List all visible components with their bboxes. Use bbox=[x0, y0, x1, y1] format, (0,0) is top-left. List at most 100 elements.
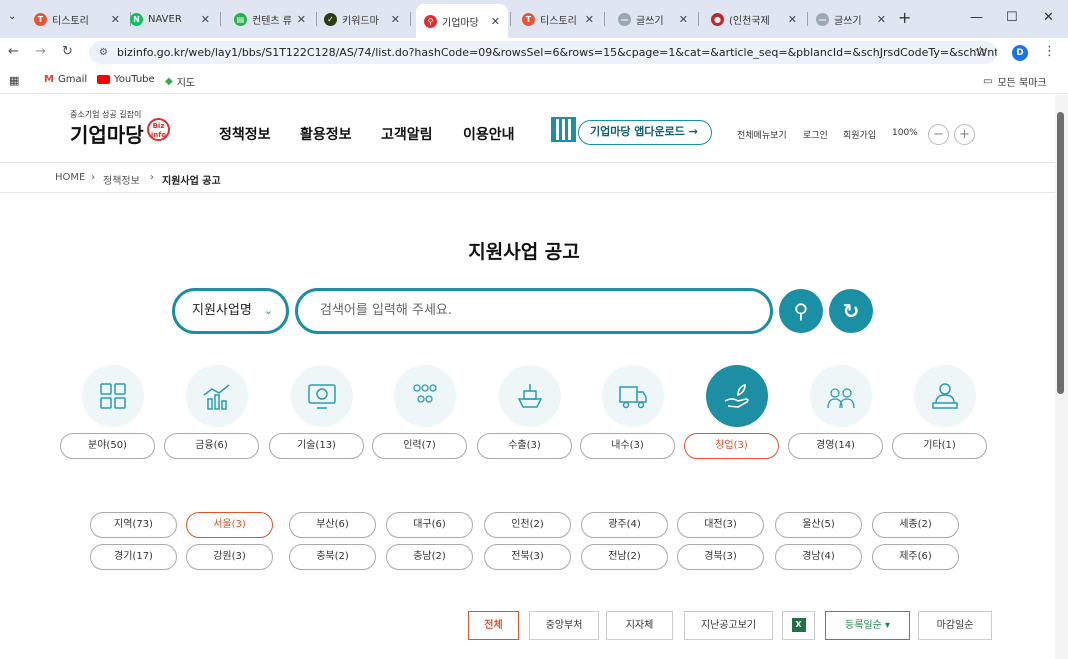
filter-all-button[interactable]: 전체 bbox=[468, 611, 519, 640]
category-filter[interactable]: 금융(6) bbox=[164, 433, 259, 459]
back-icon[interactable]: ← bbox=[8, 44, 19, 59]
category-icon-button[interactable] bbox=[602, 365, 664, 427]
reset-button[interactable]: ↻ bbox=[829, 289, 873, 333]
category-filter[interactable]: 분야(50) bbox=[60, 433, 155, 459]
category-filter[interactable]: 경영(14) bbox=[788, 433, 883, 459]
maximize-button[interactable]: ☐ bbox=[1006, 10, 1018, 25]
category-filter[interactable]: 인력(7) bbox=[372, 433, 467, 459]
reload-icon[interactable]: ↻ bbox=[62, 44, 73, 59]
browser-tab[interactable]: T 티스토리 ✕ bbox=[26, 7, 128, 31]
category-filter[interactable]: 창업(3) bbox=[684, 433, 779, 459]
close-tab-icon[interactable]: ✕ bbox=[877, 13, 886, 26]
category-icon-button[interactable] bbox=[394, 365, 456, 427]
join-link[interactable]: 회원가입 bbox=[843, 128, 876, 141]
region-filter[interactable]: 경남(4) bbox=[775, 544, 862, 570]
browser-tab[interactable]: ▤ 컨텐츠 류 ✕ bbox=[226, 7, 314, 31]
region-filter[interactable]: 경북(3) bbox=[677, 544, 764, 570]
all-bookmarks[interactable]: ▭ 모든 북마크 bbox=[983, 74, 1047, 89]
close-tab-icon[interactable]: ✕ bbox=[111, 13, 120, 26]
category-icon-button[interactable] bbox=[82, 365, 144, 427]
gnb-guide[interactable]: 이용안내 bbox=[463, 124, 515, 144]
gnb-utilization[interactable]: 활용정보 bbox=[300, 124, 352, 144]
region-filter[interactable]: 서울(3) bbox=[186, 512, 273, 538]
region-filter[interactable]: 충북(2) bbox=[289, 544, 376, 570]
bookmark-gmail[interactable]: M Gmail bbox=[44, 74, 87, 85]
close-tab-icon[interactable]: ✕ bbox=[391, 13, 400, 26]
category-filter[interactable]: 기타(1) bbox=[892, 433, 987, 459]
gnb-notice[interactable]: 고객알림 bbox=[381, 124, 433, 144]
bookmark-star-icon[interactable]: ☆ bbox=[974, 44, 987, 60]
close-window-button[interactable]: ✕ bbox=[1043, 10, 1054, 25]
apps-grid-icon[interactable]: ▦ bbox=[9, 74, 19, 87]
category-icon-button[interactable] bbox=[186, 365, 248, 427]
scrollbar-thumb[interactable] bbox=[1057, 112, 1064, 394]
app-download-button[interactable]: 기업마당 앱다운로드 → bbox=[578, 120, 712, 145]
excel-download-button[interactable]: X bbox=[782, 611, 815, 640]
profile-avatar[interactable]: D bbox=[1012, 45, 1028, 61]
region-filter[interactable]: 광주(4) bbox=[581, 512, 668, 538]
url-text: bizinfo.go.kr/web/lay1/bbs/S1T122C128/AS… bbox=[117, 46, 997, 59]
category-filter[interactable]: 내수(3) bbox=[580, 433, 675, 459]
close-tab-icon[interactable]: ✕ bbox=[585, 13, 594, 26]
keyword-icon: ✓ bbox=[324, 12, 337, 26]
close-tab-icon[interactable]: ✕ bbox=[201, 13, 210, 26]
minimize-button[interactable]: — bbox=[970, 10, 983, 25]
browser-tab[interactable]: ⚲ 기업마당 ✕ bbox=[416, 4, 508, 38]
category-icon-button[interactable] bbox=[291, 365, 353, 427]
region-filter[interactable]: 제주(6) bbox=[872, 544, 959, 570]
bookmark-youtube[interactable]: YouTube bbox=[97, 74, 155, 85]
region-filter[interactable]: 울산(5) bbox=[775, 512, 862, 538]
search-type-select[interactable]: 지원사업명 ⌄ bbox=[172, 288, 289, 334]
full-menu-link[interactable]: 전체메뉴보기 bbox=[737, 128, 787, 141]
site-info-icon[interactable]: ⚙ bbox=[99, 41, 108, 64]
region-filter[interactable]: 충남(2) bbox=[386, 544, 473, 570]
breadcrumb-policy[interactable]: 정책정보 bbox=[103, 172, 140, 187]
category-filter[interactable]: 기술(13) bbox=[269, 433, 364, 459]
category-icon-button[interactable] bbox=[706, 365, 768, 427]
forward-icon[interactable]: → bbox=[35, 44, 46, 59]
tab-search-chevron-icon[interactable]: ⌄ bbox=[8, 11, 16, 22]
region-filter[interactable]: 인천(2) bbox=[484, 512, 571, 538]
category-icon-button[interactable] bbox=[914, 365, 976, 427]
region-filter[interactable]: 대전(3) bbox=[677, 512, 764, 538]
browser-tab[interactable]: — 글쓰기 ✕ bbox=[808, 7, 894, 31]
zoom-in-button[interactable]: + bbox=[954, 124, 975, 145]
browser-tab[interactable]: ✓ 키워드마 ✕ bbox=[316, 7, 408, 31]
region-filter[interactable]: 전북(3) bbox=[484, 544, 571, 570]
category-icon-button[interactable] bbox=[810, 365, 872, 427]
region-filter[interactable]: 세종(2) bbox=[872, 512, 959, 538]
region-filter[interactable]: 강원(3) bbox=[186, 544, 273, 570]
category-filter[interactable]: 수출(3) bbox=[477, 433, 572, 459]
search-input[interactable]: 검색어를 입력해 주세요. bbox=[295, 288, 773, 334]
sort-deadline-button[interactable]: 마감일순 bbox=[918, 611, 992, 640]
new-tab-button[interactable]: + bbox=[898, 8, 911, 27]
menu-dots-icon[interactable]: ⋮ bbox=[1043, 44, 1056, 59]
url-input[interactable]: ⚙ bizinfo.go.kr/web/lay1/bbs/S1T122C128/… bbox=[89, 41, 997, 64]
region-filter[interactable]: 대구(6) bbox=[386, 512, 473, 538]
gnb-policy[interactable]: 정책정보 bbox=[219, 124, 271, 144]
sort-registration-select[interactable]: 등록일순 ▾ bbox=[825, 611, 910, 640]
region-filter[interactable]: 지역(73) bbox=[90, 512, 177, 538]
filter-local-button[interactable]: 지자체 bbox=[606, 611, 673, 640]
browser-tab[interactable]: N NAVER ✕ bbox=[122, 7, 218, 31]
zoom-out-button[interactable]: − bbox=[928, 124, 949, 145]
close-tab-icon[interactable]: ✕ bbox=[491, 15, 500, 28]
login-link[interactable]: 로그인 bbox=[803, 128, 828, 141]
breadcrumb-home[interactable]: HOME bbox=[55, 172, 85, 183]
region-filter[interactable]: 부산(6) bbox=[289, 512, 376, 538]
category-icon-button[interactable] bbox=[499, 365, 561, 427]
browser-tab[interactable]: T 티스토리 ✕ bbox=[514, 7, 602, 31]
filter-central-button[interactable]: 중앙부처 bbox=[529, 611, 599, 640]
region-filter[interactable]: 전남(2) bbox=[581, 544, 668, 570]
browser-tab[interactable]: ● (인천국제 ✕ bbox=[703, 7, 805, 31]
close-tab-icon[interactable]: ✕ bbox=[788, 13, 797, 26]
browser-tab[interactable]: — 글쓰기 ✕ bbox=[610, 7, 696, 31]
close-tab-icon[interactable]: ✕ bbox=[679, 13, 688, 26]
site-logo[interactable]: 기업마당 bbox=[70, 119, 144, 148]
close-tab-icon[interactable]: ✕ bbox=[297, 13, 306, 26]
incheon-icon: ● bbox=[711, 12, 724, 26]
search-button[interactable]: ⚲ bbox=[779, 289, 823, 333]
region-filter[interactable]: 경기(17) bbox=[90, 544, 177, 570]
bookmark-maps[interactable]: ◆ 지도 bbox=[165, 74, 195, 89]
past-notice-button[interactable]: 지난공고보기 bbox=[684, 611, 773, 640]
